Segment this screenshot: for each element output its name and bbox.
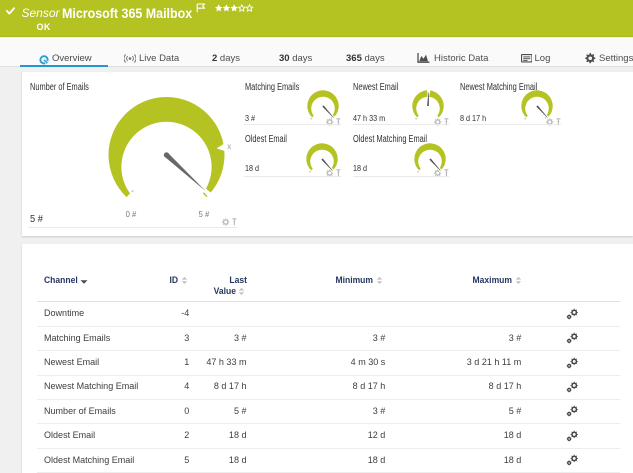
svg-text:x: x [227, 142, 231, 151]
